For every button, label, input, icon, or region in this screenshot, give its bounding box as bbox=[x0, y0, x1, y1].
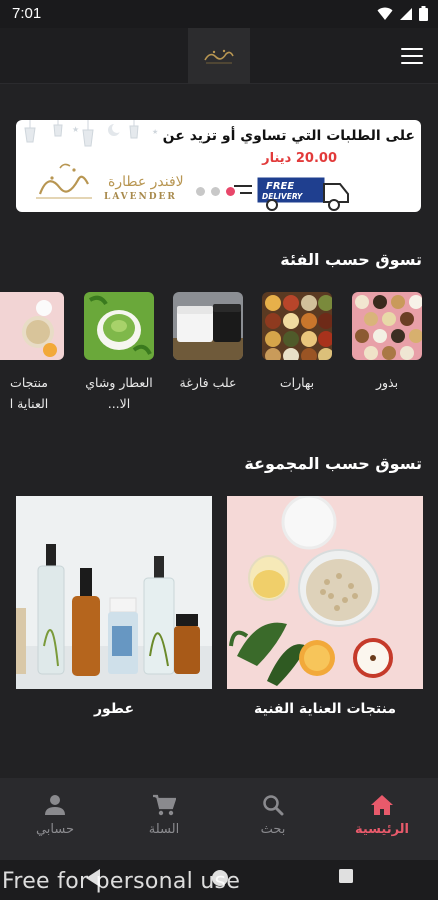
nav-cart-label: السلة bbox=[148, 822, 180, 837]
svg-text:★: ★ bbox=[72, 125, 79, 134]
wifi-icon bbox=[377, 7, 393, 20]
category-image bbox=[0, 292, 64, 360]
signal-icon bbox=[400, 7, 412, 20]
menu-bar bbox=[401, 62, 423, 64]
category-item-spices[interactable]: بهارات bbox=[262, 292, 332, 393]
free-text: FREE bbox=[266, 181, 294, 192]
slide-dot[interactable] bbox=[211, 187, 220, 196]
category-image bbox=[262, 292, 332, 360]
delivery-text: DELIVERY bbox=[262, 192, 304, 201]
category-image bbox=[84, 292, 154, 360]
banner-text: على الطلبات التي تساوي أو تزيد عن 20.00 … bbox=[163, 128, 415, 166]
collection-image bbox=[16, 496, 212, 689]
logo-mark-icon bbox=[204, 49, 234, 64]
category-item-care-products[interactable]: منتجات العناية ا bbox=[0, 292, 64, 414]
promo-banner[interactable]: ★ ★ على الطلبات التي تساوي أو تزيد عن 20… bbox=[16, 120, 421, 212]
collection-card-care-products[interactable]: منتجات العناية الفنية bbox=[227, 496, 423, 717]
category-item-seeds[interactable]: بذور bbox=[352, 292, 422, 393]
collection-card-perfumes[interactable]: عطور bbox=[16, 496, 212, 717]
nav-account[interactable]: حسابي bbox=[15, 794, 95, 837]
nav-home[interactable]: الرئيسية bbox=[342, 794, 422, 837]
status-bar: 7:01 bbox=[0, 0, 438, 28]
banner-headline: على الطلبات التي تساوي أو تزيد عن bbox=[162, 128, 415, 144]
category-item-empty-containers[interactable]: علب فارغة bbox=[173, 292, 243, 393]
nav-search-label: بحث bbox=[260, 822, 286, 837]
battery-icon bbox=[419, 6, 428, 21]
recents-icon[interactable] bbox=[338, 868, 354, 884]
nav-home-label: الرئيسية bbox=[354, 822, 410, 837]
status-time: 7:01 bbox=[12, 5, 42, 22]
cart-icon bbox=[153, 794, 176, 816]
category-label: بذور bbox=[375, 375, 399, 390]
nav-cart[interactable]: السلة bbox=[124, 794, 204, 837]
collections-title: تسوق حسب المجموعة bbox=[244, 454, 422, 473]
brand-arabic-name: لافندر عطارة bbox=[108, 174, 184, 190]
menu-bar bbox=[401, 55, 423, 57]
category-item-herbal-tea[interactable]: العطار وشاي الا... bbox=[84, 292, 154, 414]
status-icons bbox=[377, 6, 428, 21]
bottom-navigation: الرئيسية بحث السلة حسابي bbox=[0, 778, 438, 860]
search-icon bbox=[263, 795, 284, 816]
slide-dot[interactable] bbox=[196, 187, 205, 196]
collection-label: عطور bbox=[93, 701, 135, 717]
banner-pagination bbox=[196, 187, 235, 196]
menu-bar bbox=[401, 48, 423, 50]
menu-button[interactable] bbox=[400, 44, 424, 68]
category-image bbox=[352, 292, 422, 360]
category-label: العطار وشاي الا... bbox=[85, 375, 153, 411]
category-label: علب فارغة bbox=[179, 375, 237, 390]
brand-name: LAVENDER bbox=[104, 192, 177, 202]
collection-label: منتجات العناية الفنية bbox=[254, 701, 396, 717]
category-image bbox=[173, 292, 243, 360]
category-carousel[interactable]: بذور بهارات علب فارغة العطار وشاي الا...… bbox=[0, 292, 438, 422]
svg-text:★: ★ bbox=[152, 128, 158, 136]
person-icon bbox=[45, 795, 65, 815]
watermark-text: Free for personal use bbox=[2, 869, 241, 894]
app-bar bbox=[0, 28, 438, 84]
home-icon bbox=[371, 795, 393, 815]
delivery-truck-icon: FREE DELIVERY bbox=[234, 177, 349, 211]
nav-account-label: حسابي bbox=[35, 822, 75, 837]
categories-title: تسوق حسب الفئة bbox=[280, 250, 422, 269]
app-logo[interactable] bbox=[188, 28, 250, 84]
collection-image bbox=[227, 496, 423, 689]
category-label: بهارات bbox=[279, 375, 315, 390]
category-label: منتجات العناية ا bbox=[9, 375, 49, 411]
nav-search[interactable]: بحث bbox=[233, 794, 313, 837]
